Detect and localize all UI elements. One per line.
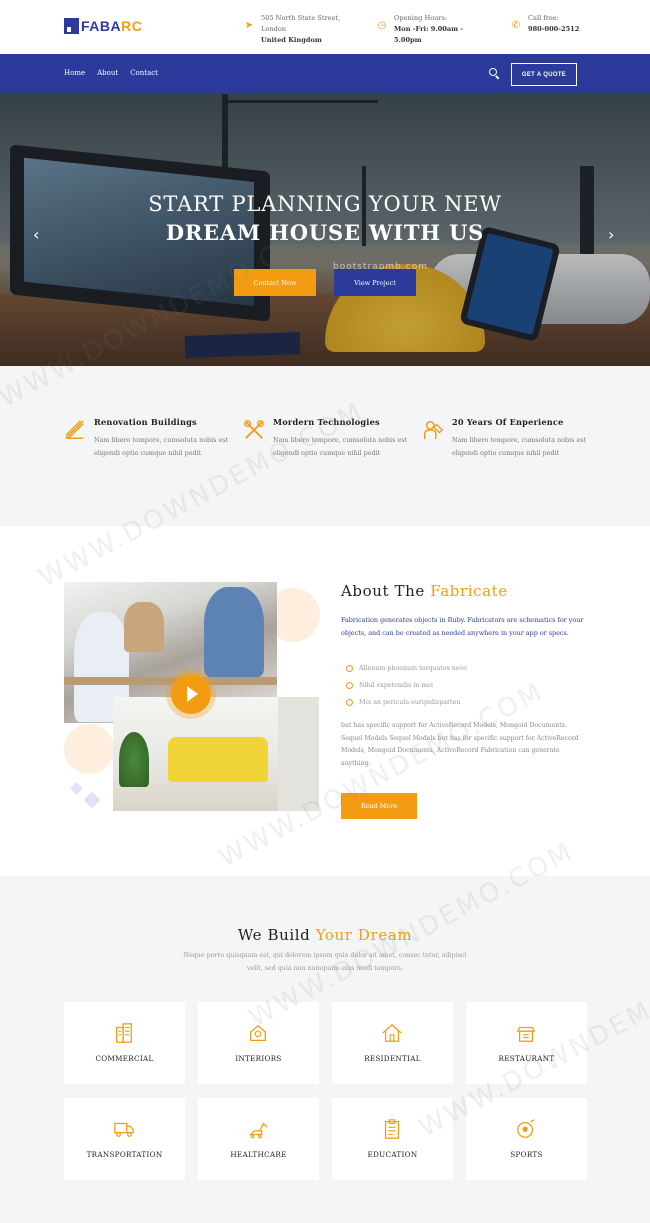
- phone-icon: ✆: [511, 20, 521, 31]
- building-icon: [116, 1023, 132, 1043]
- address-line2: London: [261, 25, 287, 33]
- service-card-commercial[interactable]: COMMERCIAL: [64, 1002, 185, 1084]
- phone-label: Call free:: [528, 14, 559, 22]
- list-item: Nihil expetendis in mei: [346, 677, 467, 694]
- about-title: About The Fabricate: [341, 582, 508, 600]
- person-shape: [124, 602, 164, 652]
- address-info: ➤ 505 North State Street, London United …: [243, 13, 340, 46]
- about-body: but has specific support for ActiveRecor…: [341, 722, 579, 767]
- person-shape: [204, 587, 264, 677]
- sofa-shape: [168, 737, 268, 782]
- service-label: COMMERCIAL: [95, 1054, 154, 1063]
- services-title: We Build Your Dream: [237, 926, 413, 944]
- features-section: Renovation Buildings Nam libero tempore,…: [0, 366, 650, 526]
- search-icon[interactable]: [489, 68, 500, 79]
- about-section: About The Fabricate Fabrication generate…: [0, 526, 650, 876]
- address-line3: United Kingdom: [261, 36, 322, 44]
- hero-title-line1: START PLANNING YOUR NEW: [148, 192, 502, 216]
- decorative-diamond: [70, 782, 83, 795]
- table-shape: [64, 677, 277, 685]
- hours-line1: Mon -Fri: 9.00am -: [394, 25, 464, 33]
- nav-link-contact[interactable]: Contact: [130, 69, 158, 77]
- prev-slide-arrow-icon[interactable]: ‹: [33, 227, 43, 243]
- service-card-transportation[interactable]: TRANSPORTATION: [64, 1098, 185, 1180]
- excavator-icon: [249, 1122, 268, 1139]
- feature-text: Nam libero tempore, cumsoluta nobis est …: [94, 436, 229, 457]
- hours-info: ◷ Opening Hours: Mon -Fri: 9.00am - 5.00…: [376, 13, 464, 46]
- service-label: EDUCATION: [367, 1150, 418, 1159]
- nav-link-about[interactable]: About: [97, 69, 118, 77]
- services-subtitle: Neque porro quisquam est, qui dolorem ip…: [183, 952, 467, 972]
- feature-title: 20 Years Of Enperience: [452, 417, 564, 427]
- check-circle-icon: [346, 699, 353, 706]
- check-circle-icon: [346, 682, 353, 689]
- logo-text: FABARC: [81, 18, 143, 34]
- service-card-interiors[interactable]: INTERIORS: [198, 1002, 319, 1084]
- ruler-pencil-icon: [65, 420, 84, 439]
- list-item: Mei an pericula euripidisparten: [346, 694, 467, 711]
- restaurant-icon: [516, 1026, 536, 1042]
- hours-label: Opening Hours:: [394, 14, 448, 22]
- view-project-button[interactable]: View Project: [334, 269, 416, 296]
- service-card-healthcare[interactable]: HEALTHCARE: [198, 1098, 319, 1180]
- service-label: HEALTHCARE: [230, 1150, 287, 1159]
- service-label: RESIDENTIAL: [364, 1054, 421, 1063]
- get-a-quote-button[interactable]: GET A QUOTE: [511, 63, 577, 86]
- truck-icon: [114, 1122, 134, 1137]
- service-card-residential[interactable]: RESIDENTIAL: [332, 1002, 453, 1084]
- about-lead: Fabrication generates objects in Ruby. F…: [341, 616, 584, 637]
- services-section: We Build Your Dream Neque porro quisquam…: [0, 876, 650, 1223]
- logo-mark-icon: [64, 18, 79, 34]
- plant-shape: [119, 732, 149, 787]
- house-key-icon: [250, 1024, 266, 1041]
- hours-line2: 5.00pm: [394, 36, 422, 44]
- nav-link-home[interactable]: Home: [64, 69, 85, 77]
- top-bar: FABARC ➤ 505 North State Street, London …: [0, 0, 650, 54]
- hero-title-line2: DREAM HOUSE WITH US: [165, 220, 485, 245]
- tools-icon: [244, 420, 264, 439]
- feature-text: Nam libero tempore, cumsoluta nobis est …: [273, 436, 408, 457]
- ball-icon: [517, 1119, 535, 1138]
- hero-slider: START PLANNING YOUR NEW DREAM HOUSE WITH…: [0, 94, 650, 366]
- read-more-button[interactable]: Read More: [341, 793, 417, 819]
- next-slide-arrow-icon[interactable]: ›: [608, 227, 618, 243]
- logo[interactable]: FABARC: [64, 16, 142, 36]
- list-item: Allenum phoenum torquatos nevo: [346, 660, 467, 677]
- service-label: TRANSPORTATION: [86, 1150, 163, 1159]
- about-list: Allenum phoenum torquatos nevo Nihil exp…: [346, 660, 467, 711]
- worker-icon: [424, 421, 444, 440]
- residential-house-icon: [382, 1023, 402, 1042]
- shelf-shape: [278, 697, 319, 811]
- contact-now-button[interactable]: Contact Now: [234, 269, 316, 296]
- service-card-sports[interactable]: SPORTS: [466, 1098, 587, 1180]
- decorative-circle: [64, 724, 114, 774]
- phone-number[interactable]: 980-000-2512: [528, 25, 579, 33]
- feature-title: Renovation Buildings: [94, 417, 197, 427]
- service-card-restaurant[interactable]: RESTAURANT: [466, 1002, 587, 1084]
- clipboard-icon: [384, 1119, 400, 1139]
- clock-icon: ◷: [377, 20, 387, 31]
- service-label: SPORTS: [510, 1150, 543, 1159]
- service-card-education[interactable]: EDUCATION: [332, 1098, 453, 1180]
- address-line1: 505 North State Street,: [261, 14, 341, 22]
- phone-info: ✆ Call free: 980-000-2512: [510, 13, 580, 35]
- service-label: INTERIORS: [235, 1054, 282, 1063]
- lounge-photo: [113, 697, 319, 811]
- feature-text: Nam libero tempore, cumsoluta nobis est …: [452, 436, 587, 457]
- feature-title: Mordern Technologies: [273, 417, 380, 427]
- play-video-icon[interactable]: [171, 674, 211, 714]
- location-arrow-icon: ➤: [244, 20, 254, 31]
- check-circle-icon: [346, 665, 353, 672]
- decorative-diamond: [83, 791, 101, 809]
- service-label: RESTAURANT: [498, 1054, 555, 1063]
- nav-links: Home About Contact: [64, 69, 158, 77]
